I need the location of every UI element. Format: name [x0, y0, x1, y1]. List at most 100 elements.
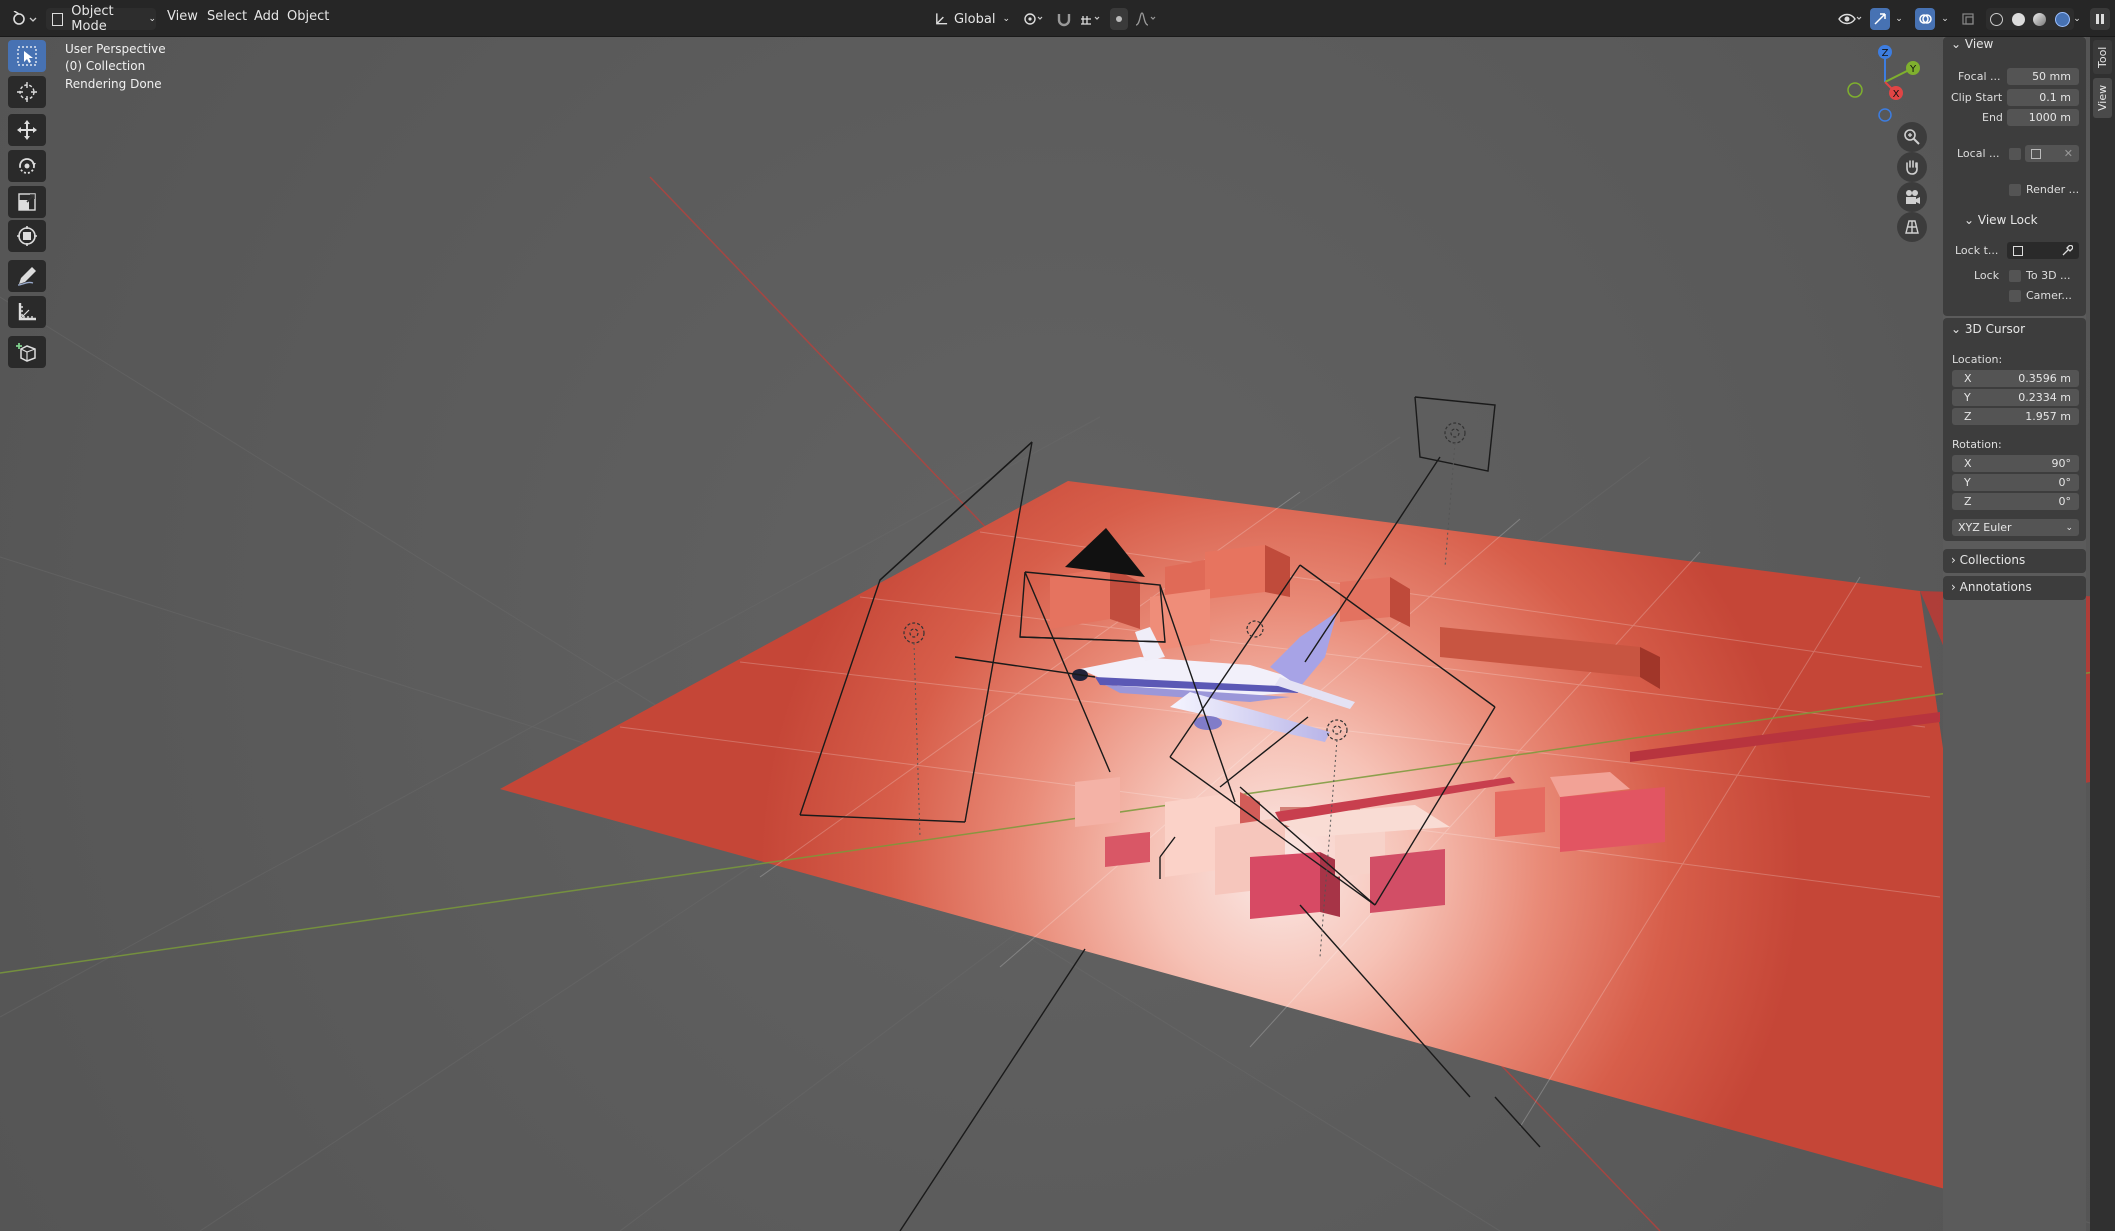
solid-shading-icon[interactable] [2011, 12, 2025, 26]
zoom-button[interactable] [1897, 122, 1927, 152]
tab-tool[interactable]: Tool [2093, 40, 2112, 74]
magnet-icon [1057, 14, 1071, 27]
editor-type-button[interactable] [8, 8, 40, 30]
cursor-rotation-x-field[interactable]: X 90° [1952, 455, 2079, 472]
rotation-mode-dropdown[interactable]: XYZ Euler ⌄ [1952, 519, 2079, 536]
pivot-point-dropdown[interactable] [1018, 8, 1048, 30]
collections-header[interactable]: › Collections [1951, 553, 2025, 567]
pivot-icon [1024, 13, 1043, 25]
perspective-toggle-button[interactable] [1897, 212, 1927, 242]
view-lock-header[interactable]: ⌄ View Lock [1964, 213, 2038, 227]
clear-icon[interactable]: ✕ [2064, 147, 2073, 160]
cursor-location-z-field[interactable]: Z 1.957 m [1952, 408, 2079, 425]
chevron-down-icon: ⌄ [1951, 37, 1962, 51]
view-panel-header[interactable]: ⌄ View [1951, 37, 1993, 51]
overlays-toggle[interactable] [1915, 8, 1935, 30]
shading-dropdown[interactable]: ⌄ [2070, 8, 2084, 30]
annotate-tool[interactable] [8, 260, 46, 292]
move-tool[interactable] [8, 114, 46, 146]
collection-label: (0) Collection [65, 59, 146, 73]
transform-tool[interactable] [8, 220, 46, 252]
eyedropper-icon[interactable] [2061, 244, 2073, 257]
render-region-label: Render ... [2026, 183, 2080, 196]
pause-render-button[interactable] [2090, 8, 2110, 30]
3d-viewport[interactable]: User Perspective (0) Collection Renderin… [0, 37, 2115, 1231]
orientation-dropdown[interactable]: Global ⌄ [934, 8, 1010, 30]
gizmo-z-label: Z [1882, 48, 1889, 59]
proportional-edit-toggle[interactable] [1110, 8, 1128, 30]
camera-view-button[interactable] [1897, 182, 1927, 212]
visibility-dropdown[interactable] [1836, 8, 1866, 30]
tab-view[interactable]: View [2093, 78, 2112, 118]
3d-cursor-header[interactable]: ⌄ 3D Cursor [1951, 322, 2025, 336]
xray-icon [1962, 13, 1974, 25]
mode-dropdown[interactable]: Object Mode ⌄ [46, 4, 156, 34]
move-icon [17, 120, 37, 140]
cursor-rotation-y-value: 0° [2058, 476, 2072, 489]
cursor-rotation-z-field[interactable]: Z 0° [1952, 493, 2079, 510]
menu-add[interactable]: Add [254, 9, 279, 24]
pan-button[interactable] [1897, 152, 1927, 182]
clip-start-field[interactable]: 0.1 m [2007, 89, 2079, 106]
overlays-dropdown[interactable]: ⌄ [1938, 8, 1952, 30]
gizmo-icon [1874, 13, 1886, 25]
gizmo-neg-y-handle[interactable] [1847, 82, 1863, 98]
wireframe-shading-icon[interactable] [1990, 12, 2004, 26]
gizmo-y-label: Y [1909, 64, 1917, 75]
menu-select[interactable]: Select [207, 9, 247, 24]
annotations-header[interactable]: › Annotations [1951, 580, 2032, 594]
snap-grid-icon [1081, 16, 1100, 25]
add-cube-tool[interactable] [8, 336, 46, 368]
scale-tool[interactable] [8, 186, 46, 218]
add-cube-icon [16, 343, 36, 362]
cursor-location-x-field[interactable]: X 0.3596 m [1952, 370, 2079, 387]
cursor-rotation-y-field[interactable]: Y 0° [1952, 474, 2079, 491]
clip-end-field[interactable]: 1000 m [2007, 109, 2079, 126]
proportional-edit-icon [1116, 16, 1122, 22]
rendered-shading-icon[interactable] [2054, 11, 2070, 27]
lock-to-object-label: Lock t... [1955, 244, 1999, 257]
local-camera-label: Local ... [1957, 147, 2000, 160]
lock-camera-label: Camer... [2026, 289, 2072, 302]
local-camera-field[interactable]: ✕ [2025, 145, 2079, 162]
snap-target-dropdown[interactable] [1076, 8, 1106, 30]
snap-toggle[interactable] [1052, 8, 1076, 30]
pause-icon [2096, 14, 2104, 24]
cursor-tool[interactable] [8, 76, 46, 108]
annotations-panel[interactable]: › Annotations [1943, 576, 2086, 600]
orientation-label: Global [953, 11, 996, 27]
rotate-tool[interactable] [8, 150, 46, 182]
clip-start-label: Clip Start [1951, 91, 2003, 104]
cursor-location-y-value: 0.2334 m [2018, 391, 2071, 404]
lock-camera-checkbox[interactable] [2009, 290, 2021, 302]
view-lock-title: View Lock [1977, 213, 2038, 227]
local-camera-checkbox[interactable] [2009, 148, 2021, 160]
select-cursor-icon [17, 46, 37, 66]
focal-length-field[interactable]: 50 mm [2007, 68, 2079, 85]
annotations-title: Annotations [1959, 580, 2032, 594]
render-region-checkbox[interactable] [2009, 184, 2021, 196]
collections-panel[interactable]: › Collections [1943, 549, 2086, 573]
sidebar-tab-strip [2090, 37, 2115, 1231]
scale-icon [18, 193, 36, 211]
menu-view[interactable]: View [167, 9, 198, 24]
gizmo-toggle[interactable] [1870, 8, 1890, 30]
lock-to-object-field[interactable] [2007, 242, 2079, 259]
lock-to-3d-cursor-checkbox[interactable] [2009, 270, 2021, 282]
gizmo-neg-z-handle[interactable] [1878, 108, 1892, 122]
navigation-gizmo[interactable]: Z Y X [1845, 42, 1925, 122]
cursor-location-z-value: 1.957 m [2025, 410, 2071, 423]
measure-tool[interactable] [8, 296, 46, 328]
grid-icon [1905, 220, 1919, 234]
material-shading-icon[interactable] [2033, 12, 2047, 26]
cursor-location-y-field[interactable]: Y 0.2334 m [1952, 389, 2079, 406]
falloff-dropdown[interactable] [1132, 8, 1160, 30]
focal-length-label: Focal ... [1958, 70, 2001, 83]
xray-toggle[interactable] [1960, 8, 1976, 30]
gizmo-dropdown[interactable]: ⌄ [1892, 8, 1906, 30]
select-box-tool[interactable] [8, 40, 46, 72]
cursor-rotation-z-value: 0° [2058, 495, 2072, 508]
hand-icon [1906, 160, 1918, 175]
menu-object[interactable]: Object [287, 9, 329, 24]
chevron-down-icon: ⌄ [1964, 213, 1975, 227]
